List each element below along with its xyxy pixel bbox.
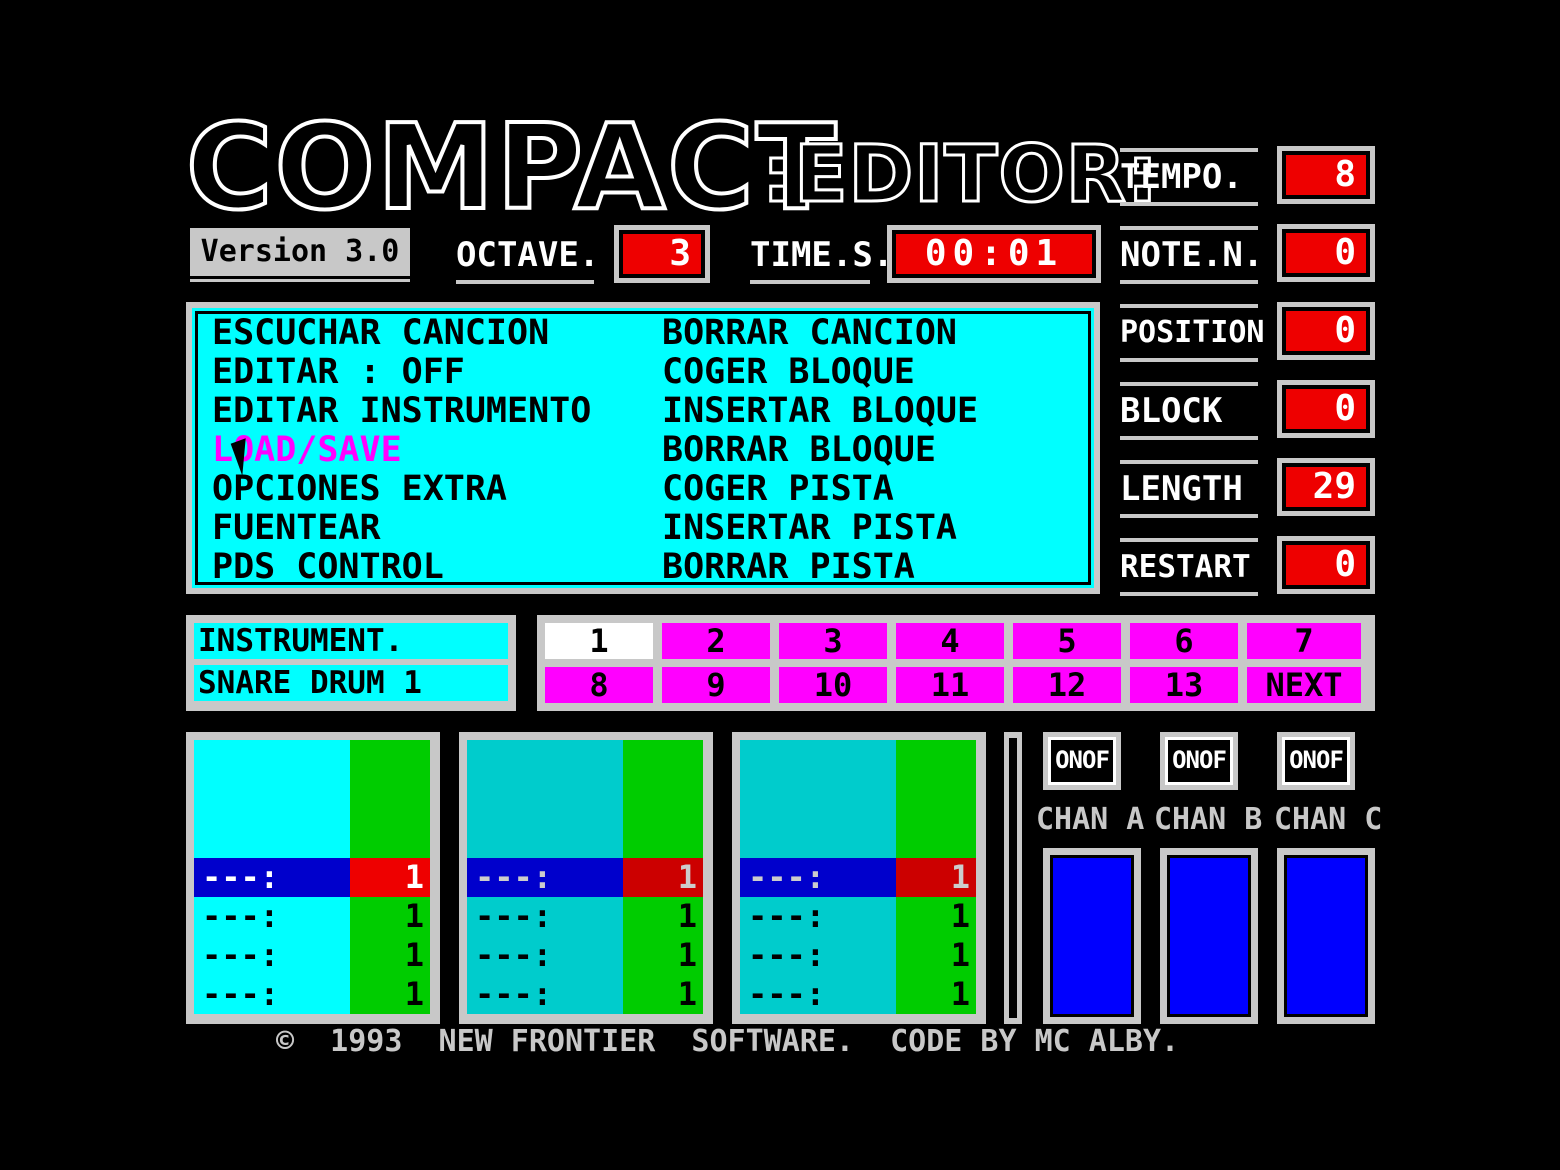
octave-value[interactable]: 3 — [614, 225, 710, 283]
menu-item-coger-bloque[interactable]: COGER BLOQUE — [662, 353, 915, 392]
instrument-name[interactable]: SNARE DRUM 1 — [194, 665, 508, 701]
menu-item-opciones-extra[interactable]: OPCIONES EXTRA — [212, 470, 507, 509]
channel-c-meter — [1277, 848, 1375, 1024]
toggle-label: ONOF — [1165, 737, 1233, 785]
instrument-slot[interactable]: 12 — [1013, 667, 1121, 703]
block-value[interactable]: 0 — [1277, 380, 1375, 438]
track-row-value: 1 — [950, 936, 970, 974]
toggle-label: ONOF — [1048, 737, 1116, 785]
instrument-slot[interactable]: 5 — [1013, 623, 1121, 659]
track-row-value: 1 — [677, 897, 697, 935]
track-scrollbar[interactable] — [1004, 732, 1022, 1024]
track-row-pattern: ---: — [202, 858, 280, 896]
note-number-value[interactable]: 0 — [1277, 224, 1375, 282]
menu-item-insertar-bloque[interactable]: INSERTAR BLOQUE — [662, 392, 978, 431]
track-row-pattern: ---: — [202, 936, 280, 974]
track-c[interactable]: ---: 1 ---: 1 ---: 1 ---: 1 — [732, 732, 986, 1024]
length-label: LENGTH — [1120, 460, 1258, 518]
track-row-value: 1 — [404, 936, 424, 974]
channel-a-toggle[interactable]: ONOF — [1043, 732, 1121, 790]
next-button[interactable]: NEXT — [1247, 667, 1361, 703]
menu-item-borrar-cancion[interactable]: BORRAR CANCION — [662, 314, 957, 353]
track-row-pattern: ---: — [202, 897, 280, 935]
track-row-value: 1 — [404, 897, 424, 935]
block-label: BLOCK — [1120, 382, 1258, 440]
tempo-label: TEMPO. — [1120, 148, 1258, 206]
footer-credits: © 1993 NEW FRONTIER SOFTWARE. CODE BY MC… — [276, 1024, 1180, 1059]
track-row-pattern: ---: — [475, 975, 553, 1013]
menu-item-coger-pista[interactable]: COGER PISTA — [662, 470, 894, 509]
instrument-slot[interactable]: 9 — [662, 667, 770, 703]
track-row-pattern: ---: — [202, 975, 280, 1013]
track-row-pattern: ---: — [475, 897, 553, 935]
length-value[interactable]: 29 — [1277, 458, 1375, 516]
instrument-slot[interactable]: 1 — [545, 623, 653, 659]
instrument-slot[interactable]: 4 — [896, 623, 1004, 659]
channel-b-meter — [1160, 848, 1258, 1024]
position-label: POSITION — [1120, 304, 1265, 362]
app-title: COMPACT — [184, 98, 839, 236]
channel-c-toggle[interactable]: ONOF — [1277, 732, 1355, 790]
instrument-panel: INSTRUMENT. SNARE DRUM 1 — [186, 615, 516, 711]
restart-label: RESTART — [1120, 538, 1258, 596]
main-menu: ESCUCHAR CANCION EDITAR : OFF EDITAR INS… — [186, 302, 1100, 594]
track-row-value: 1 — [404, 858, 424, 896]
instrument-slot[interactable]: 3 — [779, 623, 887, 659]
instrument-slot[interactable]: 10 — [779, 667, 887, 703]
app-subtitle: :EDITOR: — [760, 130, 1160, 220]
track-row-pattern: ---: — [475, 858, 553, 896]
version-label: Version 3.0 — [190, 228, 410, 282]
menu-item-insertar-pista[interactable]: INSERTAR PISTA — [662, 509, 957, 548]
track-row-pattern: ---: — [748, 897, 826, 935]
channel-c-label: CHAN C — [1274, 802, 1383, 837]
instrument-selector: 1 2 3 4 5 6 7 8 9 10 11 12 13 NEXT — [537, 615, 1375, 711]
instrument-slot[interactable]: 13 — [1130, 667, 1238, 703]
track-a[interactable]: ---: 1 ---: 1 ---: 1 ---: 1 — [186, 732, 440, 1024]
track-b[interactable]: ---: 1 ---: 1 ---: 1 ---: 1 — [459, 732, 713, 1024]
time-value: 00:01 — [887, 225, 1101, 283]
track-row-pattern: ---: — [748, 858, 826, 896]
instrument-slot[interactable]: 2 — [662, 623, 770, 659]
channel-a-label: CHAN A — [1036, 802, 1145, 837]
menu-item-fuentear[interactable]: FUENTEAR — [212, 509, 381, 548]
menu-item-pds-control[interactable]: PDS CONTROL — [212, 548, 444, 587]
octave-label: OCTAVE. — [456, 232, 599, 284]
time-label: TIME.S. — [750, 232, 893, 284]
instrument-slot[interactable]: 8 — [545, 667, 653, 703]
menu-item-borrar-bloque[interactable]: BORRAR BLOQUE — [662, 431, 936, 470]
channel-a-meter — [1043, 848, 1141, 1024]
track-row-value: 1 — [677, 858, 697, 896]
toggle-label: ONOF — [1282, 737, 1350, 785]
instrument-slot[interactable]: 7 — [1247, 623, 1361, 659]
channel-b-toggle[interactable]: ONOF — [1160, 732, 1238, 790]
track-row-value: 1 — [677, 936, 697, 974]
tempo-value[interactable]: 8 — [1277, 146, 1375, 204]
instrument-slot[interactable]: 11 — [896, 667, 1004, 703]
track-row-pattern: ---: — [475, 936, 553, 974]
track-row-value: 1 — [404, 975, 424, 1013]
track-row-value: 1 — [950, 858, 970, 896]
track-row-value: 1 — [677, 975, 697, 1013]
position-value[interactable]: 0 — [1277, 302, 1375, 360]
menu-item-escuchar-cancion[interactable]: ESCUCHAR CANCION — [212, 314, 549, 353]
track-row-value: 1 — [950, 897, 970, 935]
menu-item-borrar-pista[interactable]: BORRAR PISTA — [662, 548, 915, 587]
instrument-label: INSTRUMENT. — [194, 623, 508, 659]
restart-value[interactable]: 0 — [1277, 536, 1375, 594]
menu-item-editar-instrumento[interactable]: EDITAR INSTRUMENTO — [212, 392, 591, 431]
track-row-pattern: ---: — [748, 975, 826, 1013]
menu-item-editar[interactable]: EDITAR : OFF — [212, 353, 465, 392]
track-row-value: 1 — [950, 975, 970, 1013]
channel-b-label: CHAN B — [1154, 802, 1263, 837]
track-row-pattern: ---: — [748, 936, 826, 974]
note-number-label: NOTE.N. — [1120, 226, 1263, 284]
instrument-slot[interactable]: 6 — [1130, 623, 1238, 659]
